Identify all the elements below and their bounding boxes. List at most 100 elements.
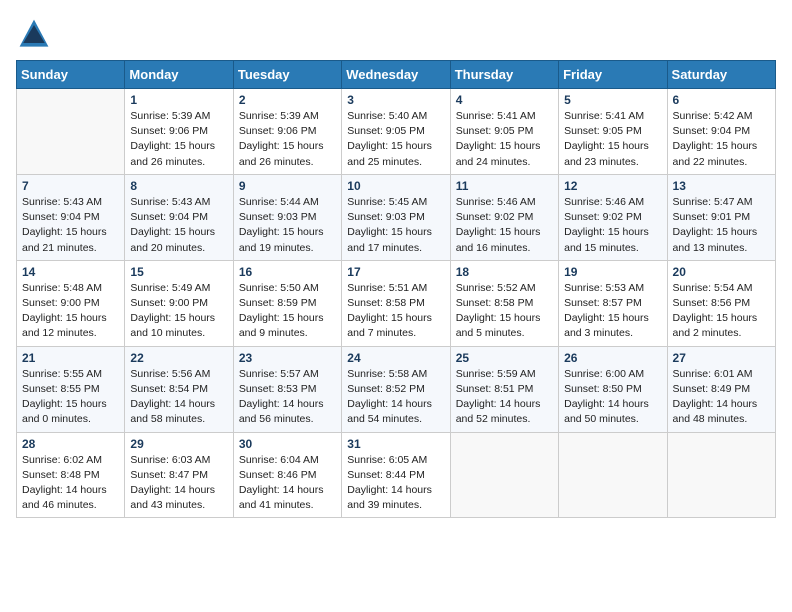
day-info: Sunrise: 5:41 AM Sunset: 9:05 PM Dayligh… [564, 109, 661, 170]
day-number: 7 [22, 179, 119, 193]
calendar-cell: 24Sunrise: 5:58 AM Sunset: 8:52 PM Dayli… [342, 346, 450, 432]
day-number: 15 [130, 265, 227, 279]
day-info: Sunrise: 6:01 AM Sunset: 8:49 PM Dayligh… [673, 367, 770, 428]
calendar-cell: 12 Sunrise: 5:46 AM Sunset: 9:02 PM Dayli… [559, 174, 667, 260]
day-info: Sunrise: 5:46 AM Sunset: 9:02 PM Dayligh… [456, 195, 553, 256]
weekday-header-tuesday: Tuesday [233, 61, 341, 89]
day-info: Sunrise: 6:05 AM Sunset: 8:44 PM Dayligh… [347, 453, 444, 514]
day-number: 16 [239, 265, 336, 279]
day-number: 19 [564, 265, 661, 279]
day-number: 4 [456, 93, 553, 107]
day-number: 6 [673, 93, 770, 107]
day-number: 9 [239, 179, 336, 193]
calendar-cell: 5 Sunrise: 5:41 AM Sunset: 9:05 PM Daylig… [559, 89, 667, 175]
day-info: Sunrise: 6:03 AM Sunset: 8:47 PM Dayligh… [130, 453, 227, 514]
calendar-cell: 10 Sunrise: 5:45 AM Sunset: 9:03 PM Dayli… [342, 174, 450, 260]
calendar-cell: 13 Sunrise: 5:47 AM Sunset: 9:01 PM Dayli… [667, 174, 775, 260]
calendar-cell: 29Sunrise: 6:03 AM Sunset: 8:47 PM Dayli… [125, 432, 233, 518]
calendar-cell: 22 Sunrise: 5:56 AM Sunset: 8:54 PM Dayli… [125, 346, 233, 432]
day-info: Sunrise: 6:02 AM Sunset: 8:48 PM Dayligh… [22, 453, 119, 514]
day-number: 21 [22, 351, 119, 365]
calendar-cell: 4 Sunrise: 5:41 AM Sunset: 9:05 PM Daylig… [450, 89, 558, 175]
day-info: Sunrise: 5:56 AM Sunset: 8:54 PM Dayligh… [130, 367, 227, 428]
day-info: Sunrise: 5:51 AM Sunset: 8:58 PM Dayligh… [347, 281, 444, 342]
day-info: Sunrise: 6:04 AM Sunset: 8:46 PM Dayligh… [239, 453, 336, 514]
calendar-week-row: 28Sunrise: 6:02 AM Sunset: 8:48 PM Dayli… [17, 432, 776, 518]
calendar-cell: 1 Sunrise: 5:39 AM Sunset: 9:06 PM Daylig… [125, 89, 233, 175]
calendar-cell: 25Sunrise: 5:59 AM Sunset: 8:51 PM Dayli… [450, 346, 558, 432]
calendar-cell: 16 Sunrise: 5:50 AM Sunset: 8:59 PM Dayli… [233, 260, 341, 346]
day-number: 24 [347, 351, 444, 365]
day-number: 17 [347, 265, 444, 279]
weekday-header-saturday: Saturday [667, 61, 775, 89]
calendar-cell [667, 432, 775, 518]
day-info: Sunrise: 5:40 AM Sunset: 9:05 PM Dayligh… [347, 109, 444, 170]
day-info: Sunrise: 5:47 AM Sunset: 9:01 PM Dayligh… [673, 195, 770, 256]
day-info: Sunrise: 5:55 AM Sunset: 8:55 PM Dayligh… [22, 367, 119, 428]
day-info: Sunrise: 5:45 AM Sunset: 9:03 PM Dayligh… [347, 195, 444, 256]
day-info: Sunrise: 5:46 AM Sunset: 9:02 PM Dayligh… [564, 195, 661, 256]
day-number: 18 [456, 265, 553, 279]
weekday-header-wednesday: Wednesday [342, 61, 450, 89]
weekday-header-monday: Monday [125, 61, 233, 89]
calendar-cell: 31 Sunrise: 6:05 AM Sunset: 8:44 PM Dayli… [342, 432, 450, 518]
calendar-cell [17, 89, 125, 175]
calendar-cell [559, 432, 667, 518]
day-info: Sunrise: 5:39 AM Sunset: 9:06 PM Dayligh… [130, 109, 227, 170]
calendar-cell: 23 Sunrise: 5:57 AM Sunset: 8:53 PM Dayli… [233, 346, 341, 432]
day-number: 2 [239, 93, 336, 107]
day-number: 30 [239, 437, 336, 451]
day-number: 26 [564, 351, 661, 365]
logo [16, 16, 56, 52]
calendar-cell [450, 432, 558, 518]
day-info: Sunrise: 6:00 AM Sunset: 8:50 PM Dayligh… [564, 367, 661, 428]
day-number: 20 [673, 265, 770, 279]
calendar-week-row: 21 Sunrise: 5:55 AM Sunset: 8:55 PM Dayli… [17, 346, 776, 432]
calendar-cell: 14 Sunrise: 5:48 AM Sunset: 9:00 PM Dayli… [17, 260, 125, 346]
day-number: 5 [564, 93, 661, 107]
calendar-cell: 27Sunrise: 6:01 AM Sunset: 8:49 PM Dayli… [667, 346, 775, 432]
day-info: Sunrise: 5:54 AM Sunset: 8:56 PM Dayligh… [673, 281, 770, 342]
calendar-cell: 8Sunrise: 5:43 AM Sunset: 9:04 PM Daylig… [125, 174, 233, 260]
day-number: 22 [130, 351, 227, 365]
day-number: 11 [456, 179, 553, 193]
day-info: Sunrise: 5:57 AM Sunset: 8:53 PM Dayligh… [239, 367, 336, 428]
calendar-cell: 20 Sunrise: 5:54 AM Sunset: 8:56 PM Dayli… [667, 260, 775, 346]
calendar-cell: 19 Sunrise: 5:53 AM Sunset: 8:57 PM Dayli… [559, 260, 667, 346]
day-info: Sunrise: 5:44 AM Sunset: 9:03 PM Dayligh… [239, 195, 336, 256]
calendar-cell: 2 Sunrise: 5:39 AM Sunset: 9:06 PM Daylig… [233, 89, 341, 175]
day-number: 23 [239, 351, 336, 365]
weekday-header-sunday: Sunday [17, 61, 125, 89]
day-info: Sunrise: 5:50 AM Sunset: 8:59 PM Dayligh… [239, 281, 336, 342]
day-info: Sunrise: 5:52 AM Sunset: 8:58 PM Dayligh… [456, 281, 553, 342]
day-info: Sunrise: 5:48 AM Sunset: 9:00 PM Dayligh… [22, 281, 119, 342]
calendar-cell: 18 Sunrise: 5:52 AM Sunset: 8:58 PM Dayli… [450, 260, 558, 346]
day-number: 14 [22, 265, 119, 279]
weekday-header-friday: Friday [559, 61, 667, 89]
day-info: Sunrise: 5:43 AM Sunset: 9:04 PM Dayligh… [130, 195, 227, 256]
calendar-week-row: 14 Sunrise: 5:48 AM Sunset: 9:00 PM Dayli… [17, 260, 776, 346]
day-number: 10 [347, 179, 444, 193]
calendar-table: SundayMondayTuesdayWednesdayThursdayFrid… [16, 60, 776, 518]
calendar-cell: 11 Sunrise: 5:46 AM Sunset: 9:02 PM Dayli… [450, 174, 558, 260]
logo-icon [16, 16, 52, 52]
day-number: 12 [564, 179, 661, 193]
calendar-week-row: 1 Sunrise: 5:39 AM Sunset: 9:06 PM Daylig… [17, 89, 776, 175]
calendar-cell: 3Sunrise: 5:40 AM Sunset: 9:05 PM Daylig… [342, 89, 450, 175]
day-info: Sunrise: 5:43 AM Sunset: 9:04 PM Dayligh… [22, 195, 119, 256]
day-info: Sunrise: 5:41 AM Sunset: 9:05 PM Dayligh… [456, 109, 553, 170]
calendar-cell: 21 Sunrise: 5:55 AM Sunset: 8:55 PM Dayli… [17, 346, 125, 432]
day-number: 13 [673, 179, 770, 193]
day-number: 1 [130, 93, 227, 107]
calendar-cell: 7 Sunrise: 5:43 AM Sunset: 9:04 PM Daylig… [17, 174, 125, 260]
day-info: Sunrise: 5:49 AM Sunset: 9:00 PM Dayligh… [130, 281, 227, 342]
day-info: Sunrise: 5:53 AM Sunset: 8:57 PM Dayligh… [564, 281, 661, 342]
calendar-week-row: 7 Sunrise: 5:43 AM Sunset: 9:04 PM Daylig… [17, 174, 776, 260]
day-info: Sunrise: 5:39 AM Sunset: 9:06 PM Dayligh… [239, 109, 336, 170]
day-info: Sunrise: 5:59 AM Sunset: 8:51 PM Dayligh… [456, 367, 553, 428]
weekday-header-row: SundayMondayTuesdayWednesdayThursdayFrid… [17, 61, 776, 89]
calendar-cell: 30 Sunrise: 6:04 AM Sunset: 8:46 PM Dayli… [233, 432, 341, 518]
calendar-cell: 15 Sunrise: 5:49 AM Sunset: 9:00 PM Dayli… [125, 260, 233, 346]
day-number: 31 [347, 437, 444, 451]
calendar-cell: 28Sunrise: 6:02 AM Sunset: 8:48 PM Dayli… [17, 432, 125, 518]
